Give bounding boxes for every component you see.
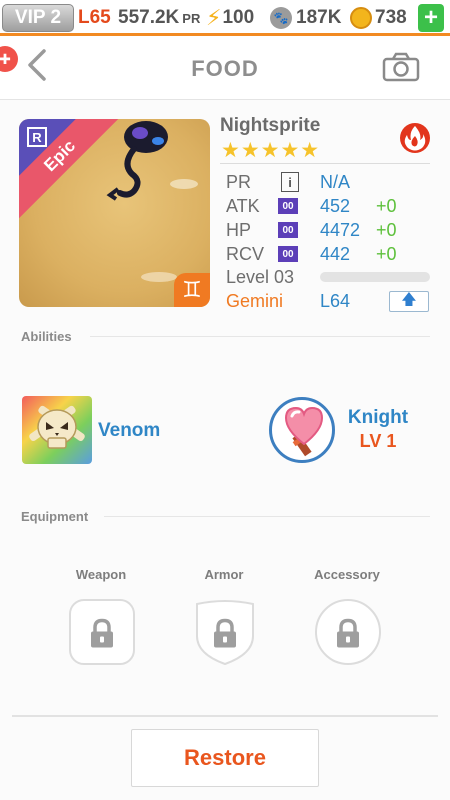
stat-rank-badge: 00 bbox=[278, 246, 298, 262]
stat-rank-badge: 00 bbox=[278, 198, 298, 214]
power-rating: 557.2K PR bbox=[118, 4, 200, 32]
stat-bonus: +0 bbox=[376, 195, 397, 216]
stat-label: PR bbox=[226, 171, 252, 192]
ability-name-venom: Venom bbox=[98, 420, 161, 441]
nav-bar: ✚ FOOD bbox=[0, 36, 450, 100]
slot-label-weapon: Weapon bbox=[75, 567, 127, 582]
vip-label: VIP 2 bbox=[14, 7, 62, 28]
monster-level: Level 03 bbox=[226, 267, 295, 287]
paw-counter: 🐾 187K bbox=[270, 4, 341, 32]
pr-value: 557.2K bbox=[118, 7, 180, 28]
status-bar: VIP 2 L65 557.2K PR ⚡ 100 🐾 187K 738 + bbox=[0, 0, 450, 36]
stat-row-hp: HP 00 4472 +0 bbox=[226, 218, 436, 242]
lock-icon bbox=[337, 618, 359, 648]
shield-heart-icon[interactable] bbox=[269, 397, 335, 463]
stat-bonus: +0 bbox=[376, 219, 397, 240]
coin-icon bbox=[350, 7, 372, 29]
stat-value: N/A bbox=[320, 171, 351, 192]
restore-button[interactable]: Restore bbox=[131, 729, 319, 787]
weapon-slot[interactable] bbox=[68, 598, 136, 666]
paw-value: 187K bbox=[296, 7, 342, 28]
star-rating: ★★★★★ bbox=[221, 139, 321, 162]
stat-label: HP bbox=[226, 219, 252, 240]
stat-rank-badge: 00 bbox=[278, 222, 298, 238]
stat-bonus: +0 bbox=[376, 243, 397, 264]
skull-icon[interactable] bbox=[22, 396, 92, 464]
xp-progress-bar bbox=[320, 272, 430, 282]
sign-level: L64 bbox=[320, 291, 351, 311]
monster-name: Nightsprite bbox=[220, 115, 321, 136]
zodiac-sign: Gemini bbox=[226, 291, 284, 311]
fire-icon bbox=[400, 123, 430, 153]
divider bbox=[220, 163, 430, 164]
paw-icon: 🐾 bbox=[270, 7, 292, 29]
section-heading-equipment: Equipment bbox=[21, 509, 89, 524]
divider bbox=[12, 715, 438, 717]
divider bbox=[104, 516, 430, 517]
arrow-up-icon: 🡅 bbox=[401, 291, 417, 308]
slot-label-accessory: Accessory bbox=[314, 567, 380, 582]
stat-row-rcv: RCV 00 442 +0 bbox=[226, 242, 436, 266]
coin-counter: 738 bbox=[350, 4, 407, 32]
lock-icon bbox=[214, 618, 236, 648]
vip-badge[interactable]: VIP 2 bbox=[2, 4, 74, 32]
upgrade-button[interactable]: 🡅 bbox=[389, 291, 429, 312]
stat-value: 442 bbox=[320, 243, 351, 264]
accessory-slot[interactable] bbox=[314, 598, 382, 666]
armor-slot[interactable] bbox=[191, 598, 259, 666]
slot-label-armor: Armor bbox=[204, 567, 244, 582]
energy-counter: ⚡ 100 bbox=[206, 4, 254, 32]
stat-label: ATK bbox=[226, 195, 260, 216]
energy-value: 100 bbox=[222, 7, 255, 28]
camera-icon[interactable] bbox=[382, 52, 420, 82]
pr-unit: PR bbox=[182, 10, 201, 26]
ability-level: LV 1 bbox=[359, 431, 397, 451]
stat-row-pr: PR i N/A bbox=[226, 170, 436, 194]
coin-value: 738 bbox=[375, 7, 407, 28]
bone-decoration bbox=[141, 272, 177, 282]
lightning-icon: ⚡ bbox=[206, 5, 222, 30]
lock-icon bbox=[91, 618, 113, 648]
gemini-icon: ♊ bbox=[174, 273, 210, 307]
ability-name-knight: Knight bbox=[347, 407, 409, 428]
stat-row-atk: ATK 00 452 +0 bbox=[226, 194, 436, 218]
info-icon[interactable]: i bbox=[281, 172, 299, 192]
player-level: L65 bbox=[78, 7, 111, 28]
add-currency-button[interactable]: + bbox=[418, 4, 444, 32]
stat-value: 4472 bbox=[320, 219, 361, 240]
monster-sprite bbox=[106, 121, 168, 201]
monster-portrait[interactable]: R Epic ♊ bbox=[19, 119, 210, 307]
stat-label: RCV bbox=[226, 243, 265, 264]
section-heading-abilities: Abilities bbox=[21, 329, 72, 344]
stat-value: 452 bbox=[320, 195, 351, 216]
rarity-letter-badge: R bbox=[27, 127, 47, 147]
divider bbox=[90, 336, 430, 337]
